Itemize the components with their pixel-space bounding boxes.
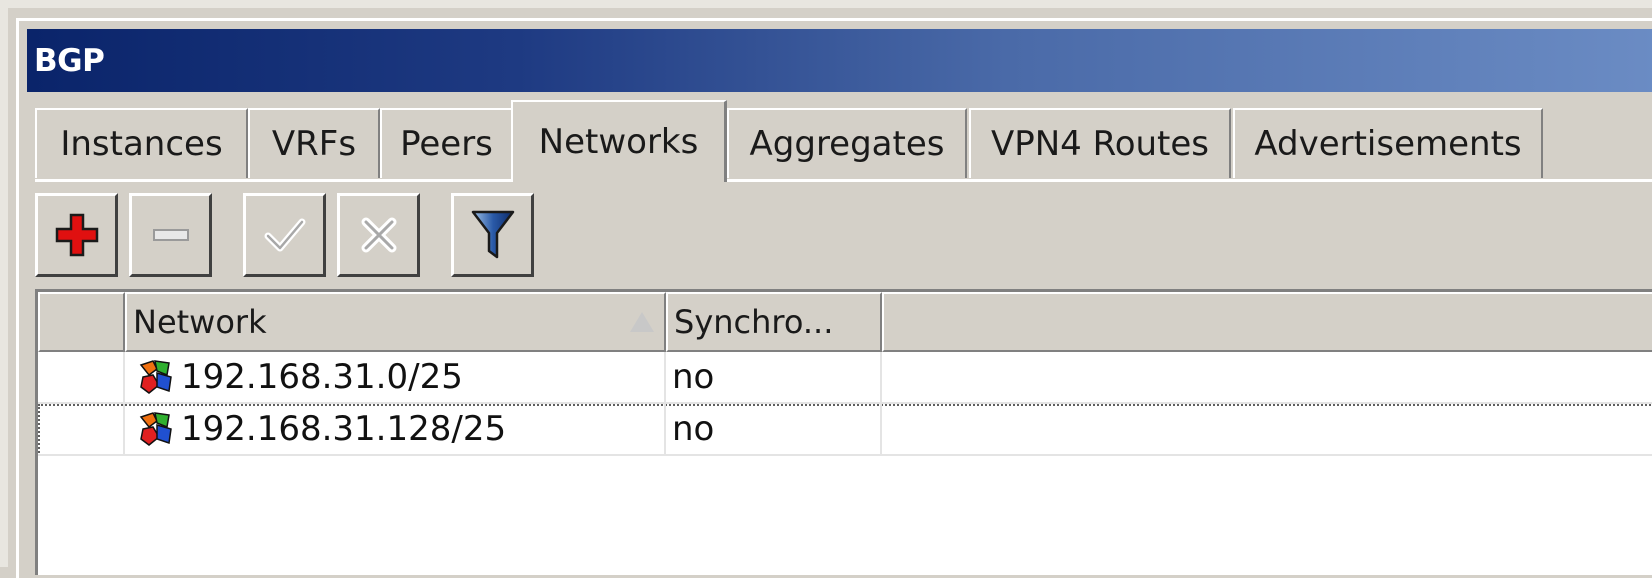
tab-vrfs[interactable]: VRFs	[248, 108, 380, 178]
tab-peers[interactable]: Peers	[380, 108, 513, 178]
filter-icon	[471, 210, 514, 259]
table-row[interactable]: 192.168.31.0/25 no	[38, 352, 1652, 404]
column-header-empty	[882, 292, 1652, 352]
filter-button[interactable]	[451, 193, 534, 277]
network-puzzle-icon	[139, 360, 172, 394]
row-empty-cell	[882, 404, 1652, 456]
remove-button[interactable]	[129, 193, 212, 277]
tab-instances[interactable]: Instances	[35, 108, 248, 178]
network-cell: 192.168.31.128/25	[125, 404, 666, 456]
sort-ascending-icon	[630, 312, 654, 332]
check-icon	[264, 218, 305, 252]
row-flags-cell	[38, 404, 125, 456]
column-header-network-label: Network	[133, 303, 267, 341]
minus-icon	[152, 229, 189, 241]
title-bar[interactable]: BGP	[27, 29, 1652, 92]
window-title: BGP	[34, 42, 105, 79]
column-header-network[interactable]: Network	[125, 292, 666, 352]
tab-baseline	[35, 179, 1652, 182]
column-header-synchronize[interactable]: Synchro...	[666, 292, 882, 352]
tab-vpn4-routes[interactable]: VPN4 Routes	[969, 108, 1231, 178]
network-cell: 192.168.31.0/25	[125, 352, 666, 404]
x-icon	[361, 217, 396, 253]
add-button[interactable]	[35, 193, 118, 277]
plus-icon	[55, 213, 98, 257]
tab-networks[interactable]: Networks	[511, 100, 727, 182]
tab-advertisements[interactable]: Advertisements	[1233, 108, 1543, 178]
networks-table: Network Synchro... 192.168.31.0/25 no 19…	[35, 289, 1652, 575]
network-puzzle-icon	[139, 412, 172, 446]
bgp-window: BGP Instances VRFs Peers Networks Aggreg…	[0, 0, 1652, 578]
column-header-flags[interactable]	[38, 292, 125, 352]
tab-strip: Instances VRFs Peers Networks Aggregates…	[35, 100, 1652, 182]
network-address: 192.168.31.128/25	[181, 409, 507, 449]
disable-button[interactable]	[337, 193, 420, 277]
synchronize-cell: no	[666, 404, 882, 456]
table-header: Network Synchro...	[38, 292, 1652, 352]
table-row[interactable]: 192.168.31.128/25 no	[38, 404, 1652, 456]
network-address: 192.168.31.0/25	[181, 357, 463, 397]
tab-aggregates[interactable]: Aggregates	[727, 108, 967, 178]
toolbar	[35, 190, 1652, 282]
row-empty-cell	[882, 352, 1652, 404]
synchronize-cell: no	[666, 352, 882, 404]
enable-button[interactable]	[243, 193, 326, 277]
row-flags-cell	[38, 352, 125, 404]
